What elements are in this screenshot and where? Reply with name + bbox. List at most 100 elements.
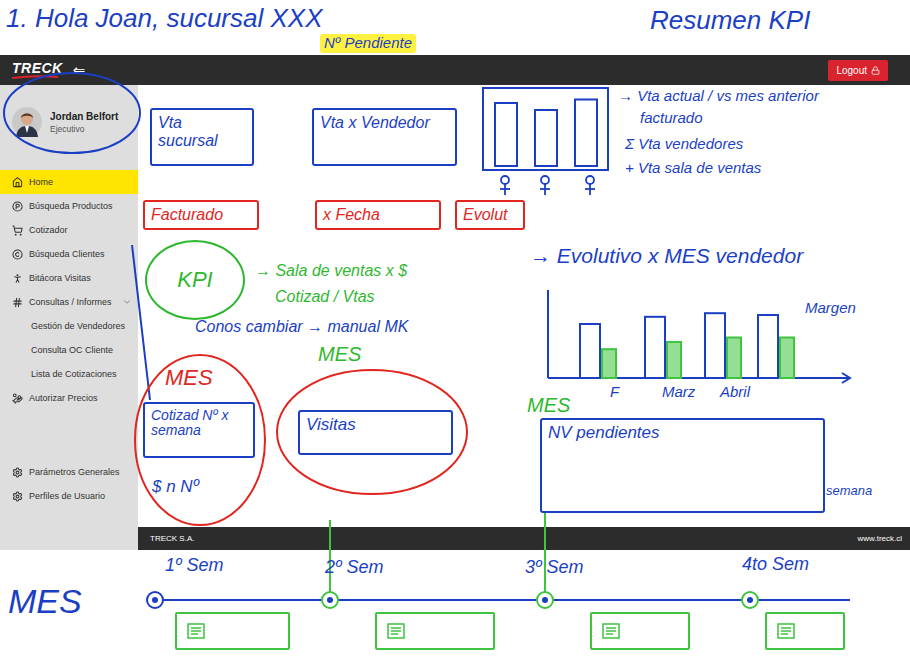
box-note: Visitas <box>298 410 453 455</box>
list-icon <box>602 623 620 639</box>
evolutivo-bar <box>580 324 600 378</box>
text-note: MES <box>318 343 361 365</box>
evolutivo-bar <box>602 349 616 378</box>
sidebar-item[interactable]: Autorizar Precios <box>0 386 138 410</box>
footer-company: TRECK S.A. <box>150 534 194 543</box>
logout-button[interactable]: Logout <box>828 60 888 81</box>
week-card <box>175 612 290 650</box>
sidebar-item[interactable]: Búsqueda Clientes <box>0 242 138 266</box>
footer-url[interactable]: www.treck.cl <box>858 534 902 543</box>
sidebar-item-label: Consulta OC Cliente <box>31 345 132 355</box>
sidebar-toggle[interactable]: ⇐ <box>73 63 86 78</box>
box-note: Evolut <box>455 200 525 230</box>
week-marker <box>322 592 338 608</box>
week-card <box>765 612 845 650</box>
sidebar-item[interactable]: Home <box>0 170 138 194</box>
box-note: Facturado <box>143 200 259 230</box>
evolutivo-bar <box>758 315 778 378</box>
text-note: MES <box>165 366 213 390</box>
sidebar-item-label: Consultas / Informes <box>29 297 116 307</box>
sidebar-item-label: Búsqueda Productos <box>29 201 132 211</box>
sidebar-item-label: Parámetros Generales <box>29 467 132 477</box>
sidebar-item-label: Gestión de Vendedores <box>31 321 132 331</box>
text-note: MES <box>527 394 570 416</box>
logo[interactable]: TRECK <box>12 61 63 79</box>
profile-role: Ejecutivo <box>50 124 118 134</box>
link-line <box>132 245 150 400</box>
week-card <box>590 612 690 650</box>
week-label: 3º Sem <box>525 558 584 578</box>
sidebar-item[interactable]: Búsqueda Productos <box>0 194 138 218</box>
sidebar-item-label: Lista de Cotizaciones <box>31 369 132 379</box>
app-screenshot: TRECK⇐LogoutJordan BelfortEjecutivoHomeB… <box>0 55 910 550</box>
menu-icon <box>12 393 23 404</box>
chart-tick: Marz <box>662 384 695 401</box>
box-note: Vta sucursal <box>150 108 254 166</box>
week-marker <box>147 592 163 608</box>
box-note: NV pendientes <box>540 418 825 513</box>
cotizad-circle <box>135 355 265 525</box>
sidebar-menu: Home Búsqueda Productos Cotizador Búsqueda … <box>0 170 138 410</box>
menu-icon <box>12 177 23 188</box>
sidebar-item[interactable]: Consulta OC Cliente <box>0 338 138 362</box>
sidebar-item[interactable]: Consultas / Informes <box>0 290 138 314</box>
menu-icon <box>12 467 23 478</box>
text-note: Cotizad / Vtas <box>275 288 375 306</box>
text-note: MES <box>8 583 82 620</box>
sidebar-item[interactable]: Perfiles de Usuario <box>0 484 138 508</box>
main-content <box>138 85 910 527</box>
evolutivo-chart <box>548 290 850 383</box>
text-note: + Vta sala de ventas <box>625 160 761 177</box>
sketch-bar-chart <box>483 88 608 170</box>
circle-note: KPI <box>145 240 245 320</box>
person-icon <box>500 176 510 195</box>
evolutivo-bar <box>645 317 665 378</box>
menu-icon <box>12 201 23 212</box>
text-note: 1. Hola Joan, sucursal XXX <box>6 4 323 33</box>
box-note: Vta x Vendedor <box>312 108 457 166</box>
app-body: Jordan BelfortEjecutivoHomeBúsqueda Prod… <box>0 85 910 550</box>
person-icon <box>540 176 550 195</box>
sidebar-item-label: Cotizador <box>29 225 132 235</box>
week-card <box>375 612 495 650</box>
menu-icon <box>12 273 23 284</box>
box-note: x Fecha <box>315 200 441 230</box>
highlight-note: Nº Pendiente <box>320 34 416 53</box>
footer: TRECK S.A. www.treck.cl <box>138 527 910 550</box>
sidebar-item-label: Perfiles de Usuario <box>29 491 132 501</box>
menu-icon <box>12 225 23 236</box>
menu-icon <box>12 491 23 502</box>
sidebar-settings-menu: Parámetros Generales Perfiles de Usuario <box>0 460 138 508</box>
box-note: Cotizad Nº x semana <box>143 402 255 458</box>
text-note: Σ Vta vendedores <box>625 136 743 153</box>
text-note: $ n Nº <box>152 478 199 497</box>
header: TRECK ⇐ Logout <box>0 55 910 85</box>
list-icon <box>777 623 795 639</box>
evolutivo-bar <box>727 338 741 379</box>
text-note: → Sala de ventas x $ <box>255 262 407 280</box>
sidebar-item[interactable]: Gestión de Vendedores <box>0 314 138 338</box>
evolutivo-bar <box>705 313 725 378</box>
text-note: semana <box>826 484 872 498</box>
avatar-icon <box>12 107 42 137</box>
text-note: Conos cambiar → manual MK <box>195 318 408 336</box>
menu-icon <box>12 249 23 260</box>
sidebar-item-label: Bitácora Visitas <box>29 273 132 283</box>
visitas-circle <box>277 370 467 494</box>
sidebar-item[interactable]: Parámetros Generales <box>0 460 138 484</box>
week-label: 1º Sem <box>165 556 224 576</box>
evolutivo-bar <box>667 342 681 378</box>
chart-legend: Margen <box>805 300 856 317</box>
person-icon <box>585 176 595 195</box>
sidebar-item[interactable]: Cotizador <box>0 218 138 242</box>
profile-circle <box>4 73 140 153</box>
text-note: → Evolutivo x MES vendedor <box>530 244 803 267</box>
sketch-drawing <box>0 0 910 662</box>
evolutivo-bar <box>780 338 794 379</box>
page: TRECK⇐LogoutJordan BelfortEjecutivoHomeB… <box>0 0 910 662</box>
sidebar-item[interactable]: Bitácora Visitas <box>0 266 138 290</box>
sketch-layer: 1. Hola Joan, sucursal XXXNº PendienteRe… <box>0 0 910 662</box>
text-note: → Vta actual / vs mes anterior <box>618 88 819 105</box>
sidebar-item[interactable]: Lista de Cotizaciones <box>0 362 138 386</box>
note-strip <box>0 0 910 55</box>
